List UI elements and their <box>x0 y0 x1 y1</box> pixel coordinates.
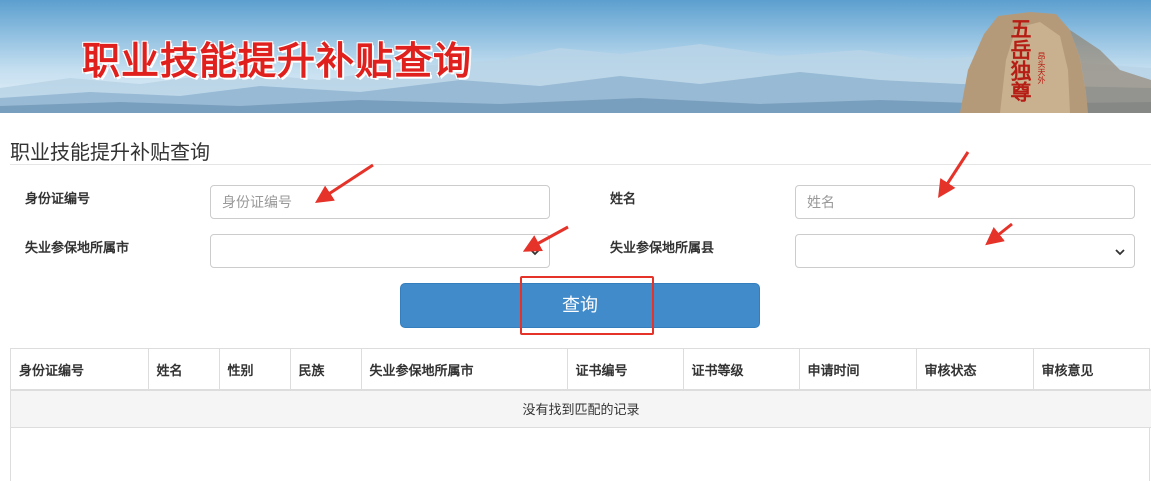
name-input[interactable] <box>795 185 1135 219</box>
name-label: 姓名 <box>610 192 637 207</box>
rock-inscription: 五岳独尊 <box>1008 18 1033 102</box>
empty-results-message: 没有找到匹配的记录 <box>11 390 1151 428</box>
column-header-review-comment[interactable]: 审核意见 <box>1033 349 1151 391</box>
table-row: 没有找到匹配的记录 <box>11 390 1151 428</box>
column-header-id-number[interactable]: 身份证编号 <box>11 349 149 391</box>
column-header-certificate-level[interactable]: 证书等级 <box>683 349 800 391</box>
title-divider <box>10 164 1151 165</box>
column-header-review-status[interactable]: 审核状态 <box>916 349 1034 391</box>
header-banner: 职业技能提升补贴查询 五岳独尊 昂头天外 <box>0 0 1151 113</box>
city-label: 失业参保地所属市 <box>25 241 130 256</box>
banner-title: 职业技能提升补贴查询 <box>82 39 473 83</box>
column-header-city[interactable]: 失业参保地所属市 <box>361 349 568 391</box>
rock-small-inscription: 昂头天外 <box>1037 52 1046 84</box>
id-number-label: 身份证编号 <box>25 192 91 207</box>
query-button[interactable]: 查询 <box>400 283 760 328</box>
city-select[interactable] <box>210 234 550 268</box>
chevron-down-icon <box>1115 249 1125 256</box>
id-number-input[interactable] <box>210 185 550 219</box>
county-label: 失业参保地所属县 <box>610 241 715 256</box>
page-title: 职业技能提升补贴查询 <box>10 140 210 164</box>
column-header-gender[interactable]: 性别 <box>219 349 291 391</box>
county-select[interactable] <box>795 234 1135 268</box>
table-header-row: 身份证编号 姓名 性别 民族 失业参保地所属市 证书编号 证书等级 申请时间 审… <box>11 349 1151 391</box>
column-header-name[interactable]: 姓名 <box>148 349 220 391</box>
chevron-down-icon <box>530 249 540 256</box>
results-table: 身份证编号 姓名 性别 民族 失业参保地所属市 证书编号 证书等级 申请时间 审… <box>10 348 1151 481</box>
column-header-certificate-number[interactable]: 证书编号 <box>567 349 684 391</box>
column-header-ethnicity[interactable]: 民族 <box>290 349 362 391</box>
column-header-application-time[interactable]: 申请时间 <box>799 349 917 391</box>
